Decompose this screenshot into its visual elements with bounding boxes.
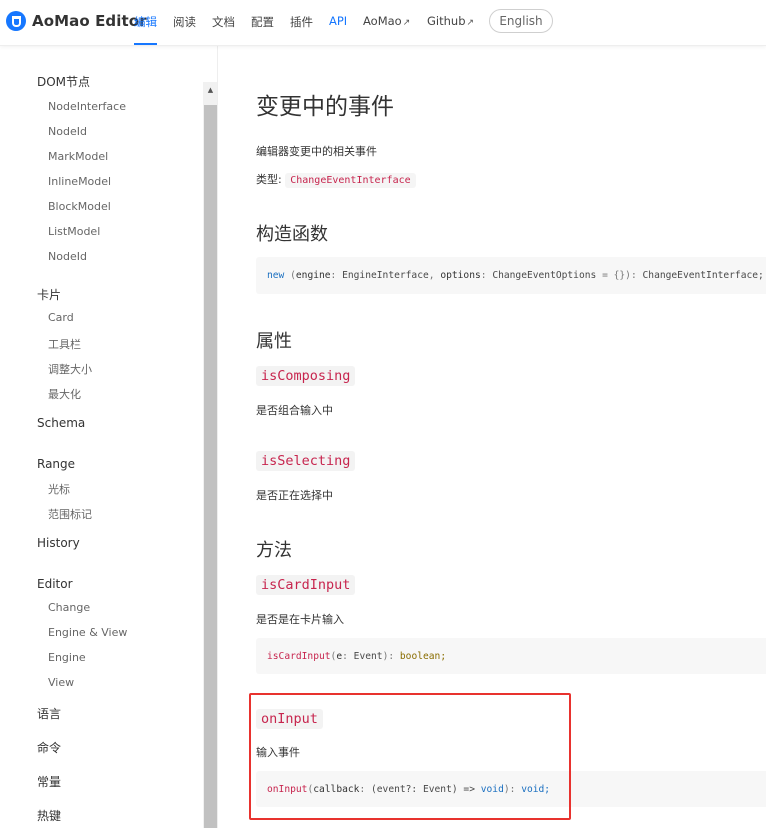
property-description: 是否正在选择中 xyxy=(256,489,333,502)
nav-github-label: Github xyxy=(427,14,466,28)
aomao-logo-icon[interactable] xyxy=(6,11,26,31)
sidebar-group-dom[interactable]: DOM节点 xyxy=(37,73,90,90)
code-type-changeeventoptions: ChangeEventOptions xyxy=(492,270,597,281)
code-type-engineinterface: EngineInterface xyxy=(342,270,429,281)
code-keyword-new: new xyxy=(267,270,285,281)
code-punct: ): xyxy=(382,650,395,662)
sidebar-item-listmodel[interactable]: ListModel xyxy=(48,225,100,238)
sidebar-item-change[interactable]: Change xyxy=(48,601,90,614)
code-punct: : xyxy=(342,650,348,662)
highlight-box xyxy=(249,693,571,820)
nav-editor[interactable]: 编辑 xyxy=(134,14,157,30)
method-description: 是否是在卡片输入 xyxy=(256,613,344,626)
code-punct: : xyxy=(480,270,487,281)
code-default-value: = {} xyxy=(602,270,626,281)
sidebar-item-language[interactable]: 语言 xyxy=(37,705,61,722)
code-type: Event xyxy=(353,650,383,662)
nav-docs[interactable]: 文档 xyxy=(212,14,235,30)
nav-aomao-link[interactable]: AoMao↗ xyxy=(363,14,410,28)
code-punct: ): xyxy=(625,270,637,281)
constructor-code-block: new (engine: EngineInterface, options: C… xyxy=(256,257,766,294)
brand-title[interactable]: AoMao Editor xyxy=(32,12,147,30)
nav-read[interactable]: 阅读 xyxy=(173,14,196,30)
sidebar-item-markmodel[interactable]: MarkModel xyxy=(48,150,108,163)
nav-config[interactable]: 配置 xyxy=(251,14,274,30)
code-return-type: ChangeEventInterface; xyxy=(642,270,764,281)
property-name-code: isSelecting xyxy=(256,451,356,471)
sidebar-item-cursor[interactable]: 光标 xyxy=(48,481,70,497)
code-param-options: options xyxy=(440,270,481,281)
type-label: 类型: xyxy=(256,173,282,186)
sidebar-item-toolbar[interactable]: 工具栏 xyxy=(48,336,81,352)
property-iscomposing: isComposing xyxy=(256,365,356,386)
sidebar-item-nodeid-2[interactable]: NodeId xyxy=(48,250,87,263)
nav-github-link[interactable]: Github↗ xyxy=(427,14,474,28)
sidebar-item-inlinemodel[interactable]: InlineModel xyxy=(48,175,111,188)
code-fn-name: isCardInput xyxy=(267,650,331,662)
method-name-code: isCardInput xyxy=(256,575,356,595)
code-punct: : xyxy=(330,270,337,281)
sidebar-item-hotkeys[interactable]: 热键 xyxy=(37,807,61,824)
sidebar-item-engine-view[interactable]: Engine & View xyxy=(48,626,127,639)
sidebar-item-command[interactable]: 命令 xyxy=(37,739,61,756)
type-line: 类型: ChangeEventInterface xyxy=(256,171,416,188)
sidebar-item-maximize[interactable]: 最大化 xyxy=(48,386,81,402)
sidebar-item-resize[interactable]: 调整大小 xyxy=(48,361,92,377)
top-navigation-bar: AoMao Editor 编辑 阅读 文档 配置 插件 API AoMao↗ G… xyxy=(0,0,766,46)
sidebar-item-range-mark[interactable]: 范围标记 xyxy=(48,506,92,522)
sidebar: DOM节点 NodeInterface NodeId MarkModel Inl… xyxy=(0,46,218,828)
nav-api[interactable]: API xyxy=(329,14,347,28)
code-punct: , xyxy=(428,270,435,281)
method-iscardinput: isCardInput xyxy=(256,574,356,595)
scroll-up-arrow-icon[interactable]: ▲ xyxy=(203,82,217,98)
sidebar-item-card[interactable]: Card xyxy=(48,311,74,324)
code-return-type: boolean; xyxy=(399,650,447,662)
code-param-engine: engine xyxy=(295,270,331,281)
type-value-code: ChangeEventInterface xyxy=(285,173,416,188)
sidebar-item-history[interactable]: History xyxy=(37,536,80,550)
sidebar-group-range[interactable]: Range xyxy=(37,457,75,471)
external-link-icon: ↗ xyxy=(466,18,475,28)
sidebar-item-constants[interactable]: 常量 xyxy=(37,773,61,790)
methods-heading: 方法 xyxy=(256,540,292,561)
language-toggle-button[interactable]: English xyxy=(489,9,553,33)
property-isselecting: isSelecting xyxy=(256,450,356,471)
sidebar-item-nodeinterface[interactable]: NodeInterface xyxy=(48,100,126,113)
external-link-icon: ↗ xyxy=(402,18,411,28)
sidebar-group-editor[interactable]: Editor xyxy=(37,577,73,591)
sidebar-item-engine[interactable]: Engine xyxy=(48,651,86,664)
sidebar-item-blockmodel[interactable]: BlockModel xyxy=(48,200,111,213)
properties-heading: 属性 xyxy=(256,331,292,352)
nav-plugins[interactable]: 插件 xyxy=(290,14,313,30)
sidebar-item-nodeid[interactable]: NodeId xyxy=(48,125,87,138)
nav-aomao-label: AoMao xyxy=(363,14,402,28)
page-description: 编辑器变更中的相关事件 xyxy=(256,145,377,158)
method-signature-code-block: isCardInput(e: Event): boolean; xyxy=(256,638,766,674)
sidebar-group-card[interactable]: 卡片 xyxy=(37,286,61,303)
page-title: 变更中的事件 xyxy=(256,94,394,120)
constructor-heading: 构造函数 xyxy=(256,224,328,245)
sidebar-scrollbar-thumb[interactable] xyxy=(204,105,217,828)
active-nav-underline xyxy=(134,43,157,45)
sidebar-item-view[interactable]: View xyxy=(48,676,74,689)
property-description: 是否组合输入中 xyxy=(256,404,333,417)
property-name-code: isComposing xyxy=(256,366,356,386)
sidebar-item-schema[interactable]: Schema xyxy=(37,416,85,430)
